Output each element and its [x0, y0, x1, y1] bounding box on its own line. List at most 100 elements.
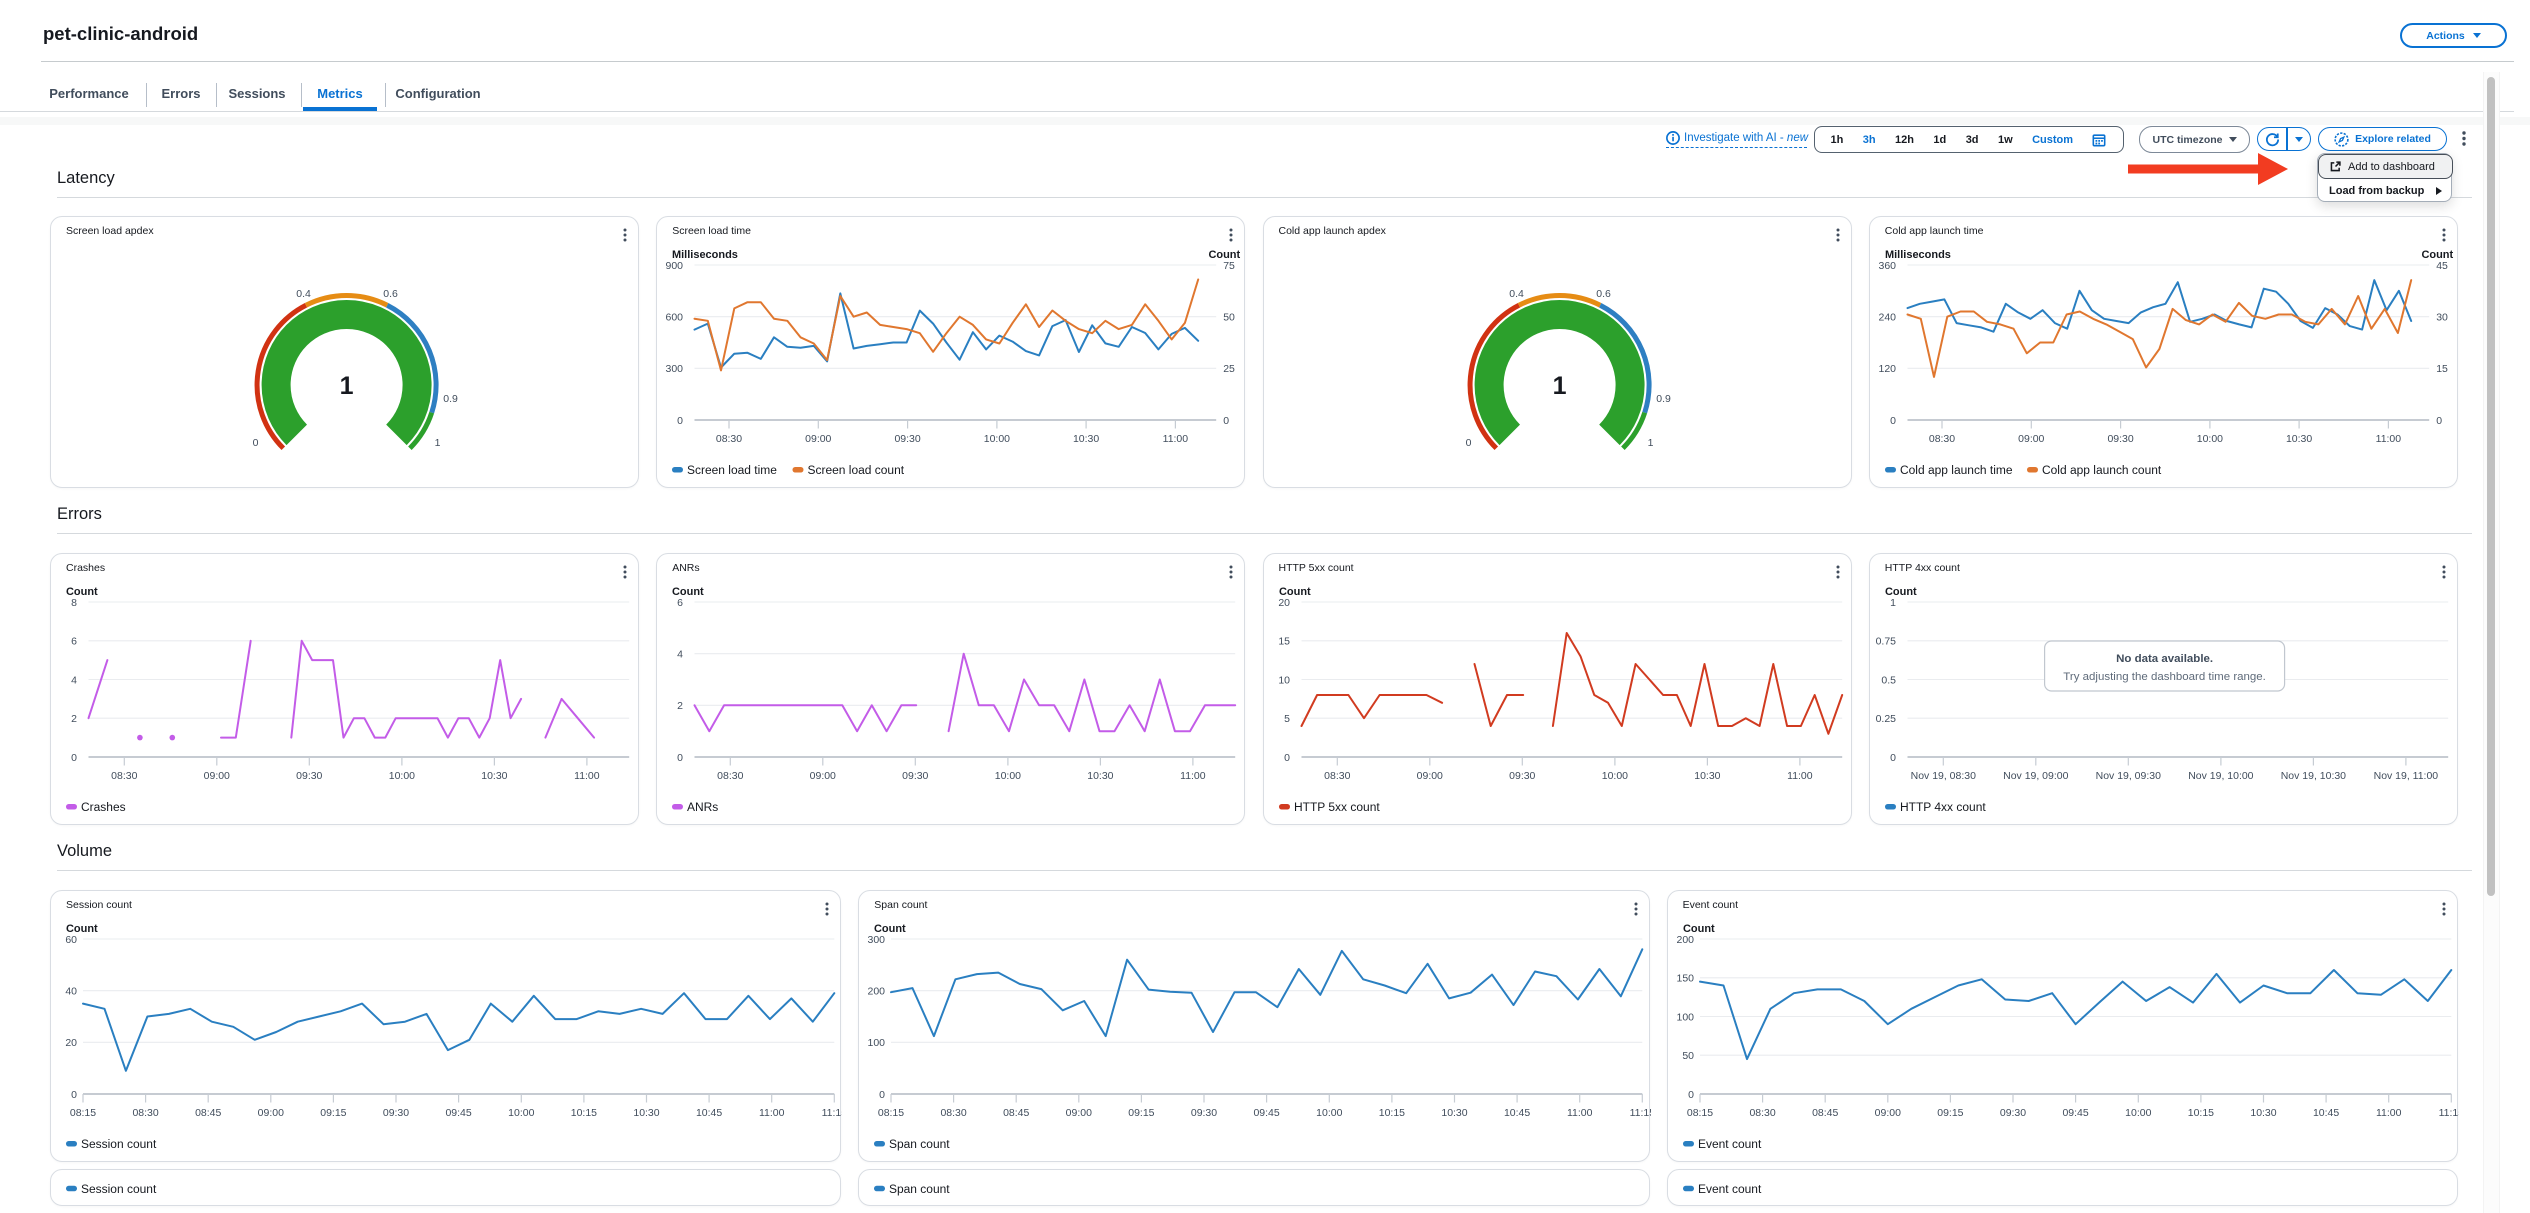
svg-text:360: 360 [1878, 261, 1896, 272]
svg-text:11:00: 11:00 [1567, 1108, 1593, 1119]
svg-text:11:00: 11:00 [2376, 1108, 2402, 1119]
svg-text:5: 5 [1284, 714, 1290, 725]
svg-text:09:30: 09:30 [296, 771, 322, 782]
svg-text:11:15: 11:15 [2438, 1108, 2459, 1119]
svg-text:09:30: 09:30 [1509, 771, 1535, 782]
svg-text:900: 900 [666, 261, 684, 272]
svg-text:0: 0 [71, 1090, 77, 1101]
svg-text:09:45: 09:45 [1254, 1108, 1280, 1119]
svg-text:10:00: 10:00 [995, 771, 1021, 782]
svg-text:Nov 19, 09:30: Nov 19, 09:30 [2095, 771, 2160, 782]
svg-text:1: 1 [1647, 438, 1653, 449]
svg-text:11:00: 11:00 [1163, 434, 1189, 445]
svg-text:10:15: 10:15 [1379, 1108, 1405, 1119]
svg-text:09:30: 09:30 [902, 771, 928, 782]
svg-text:0.75: 0.75 [1875, 637, 1896, 648]
svg-text:Session count: Session count [81, 1137, 157, 1151]
svg-text:Count: Count [66, 586, 98, 598]
svg-text:Nov 19, 09:00: Nov 19, 09:00 [2003, 771, 2068, 782]
svg-text:0: 0 [1284, 753, 1290, 764]
svg-text:Session count: Session count [81, 1182, 157, 1196]
svg-text:0.9: 0.9 [1656, 394, 1671, 405]
svg-text:09:00: 09:00 [805, 434, 831, 445]
svg-text:11:00: 11:00 [2375, 434, 2401, 445]
svg-text:10:00: 10:00 [1601, 771, 1627, 782]
svg-text:Span count: Span count [889, 1137, 950, 1151]
svg-text:09:15: 09:15 [320, 1108, 346, 1119]
svg-text:2: 2 [677, 701, 683, 712]
svg-text:0.4: 0.4 [1509, 289, 1524, 300]
svg-text:0: 0 [1223, 416, 1229, 427]
svg-text:11:00: 11:00 [574, 771, 600, 782]
svg-text:Count: Count [66, 923, 98, 935]
svg-text:08:30: 08:30 [716, 434, 742, 445]
svg-text:11:15: 11:15 [1630, 1108, 1651, 1119]
svg-text:10:30: 10:30 [1073, 434, 1099, 445]
svg-text:10:45: 10:45 [2313, 1108, 2339, 1119]
svg-text:15: 15 [1278, 637, 1290, 648]
svg-text:0: 0 [71, 753, 77, 764]
svg-text:09:15: 09:15 [1129, 1108, 1155, 1119]
svg-text:1: 1 [435, 438, 441, 449]
svg-text:100: 100 [868, 1038, 886, 1049]
svg-text:Screen load time: Screen load time [687, 463, 777, 477]
svg-text:09:00: 09:00 [2018, 434, 2044, 445]
svg-text:09:30: 09:30 [1999, 1108, 2025, 1119]
svg-text:Span count: Span count [889, 1182, 950, 1196]
svg-text:40: 40 [65, 987, 77, 998]
svg-text:Count: Count [1209, 249, 1241, 261]
svg-text:0: 0 [677, 753, 683, 764]
svg-text:300: 300 [666, 364, 684, 375]
svg-text:10:15: 10:15 [571, 1108, 597, 1119]
svg-text:0.6: 0.6 [1596, 289, 1611, 300]
svg-text:08:45: 08:45 [1812, 1108, 1838, 1119]
svg-text:120: 120 [1878, 364, 1896, 375]
svg-text:08:30: 08:30 [1324, 771, 1350, 782]
svg-text:0.25: 0.25 [1875, 714, 1896, 725]
svg-text:11:00: 11:00 [759, 1108, 785, 1119]
svg-text:08:30: 08:30 [941, 1108, 967, 1119]
svg-text:09:00: 09:00 [1874, 1108, 1900, 1119]
svg-text:Count: Count [2421, 249, 2453, 261]
svg-text:50: 50 [1223, 313, 1235, 324]
svg-text:09:00: 09:00 [258, 1108, 284, 1119]
svg-text:11:00: 11:00 [1180, 771, 1206, 782]
svg-text:1: 1 [1552, 372, 1566, 400]
svg-text:6: 6 [677, 598, 683, 609]
svg-text:Count: Count [874, 923, 906, 935]
svg-text:0: 0 [1890, 416, 1896, 427]
svg-text:25: 25 [1223, 364, 1235, 375]
svg-text:Try adjusting the dashboard ti: Try adjusting the dashboard time range. [2063, 671, 2266, 683]
svg-text:2: 2 [71, 714, 77, 725]
svg-text:50: 50 [1682, 1051, 1694, 1062]
svg-text:0.5: 0.5 [1881, 675, 1896, 686]
svg-text:08:30: 08:30 [717, 771, 743, 782]
svg-text:0.6: 0.6 [383, 289, 398, 300]
svg-text:09:00: 09:00 [204, 771, 230, 782]
svg-text:Nov 19, 10:00: Nov 19, 10:00 [2188, 771, 2253, 782]
svg-text:08:15: 08:15 [878, 1108, 904, 1119]
svg-text:300: 300 [868, 935, 886, 946]
svg-text:Cold app launch time: Cold app launch time [1900, 463, 2013, 477]
svg-text:10:30: 10:30 [1442, 1108, 1468, 1119]
svg-text:Count: Count [1885, 586, 1917, 598]
svg-text:0: 0 [677, 416, 683, 427]
svg-text:09:30: 09:30 [383, 1108, 409, 1119]
svg-text:ANRs: ANRs [687, 800, 718, 814]
svg-text:08:30: 08:30 [111, 771, 137, 782]
svg-text:09:30: 09:30 [2107, 434, 2133, 445]
svg-text:Crashes: Crashes [81, 800, 126, 814]
svg-text:09:30: 09:30 [1191, 1108, 1217, 1119]
svg-text:60: 60 [65, 935, 77, 946]
svg-text:Count: Count [672, 586, 704, 598]
svg-text:20: 20 [65, 1038, 77, 1049]
svg-text:0: 0 [1890, 753, 1896, 764]
svg-text:09:00: 09:00 [810, 771, 836, 782]
svg-text:08:30: 08:30 [132, 1108, 158, 1119]
svg-text:200: 200 [1676, 935, 1694, 946]
svg-text:09:45: 09:45 [445, 1108, 471, 1119]
svg-text:100: 100 [1676, 1012, 1694, 1023]
svg-text:08:15: 08:15 [70, 1108, 96, 1119]
svg-text:0: 0 [253, 438, 259, 449]
svg-text:0: 0 [1465, 438, 1471, 449]
